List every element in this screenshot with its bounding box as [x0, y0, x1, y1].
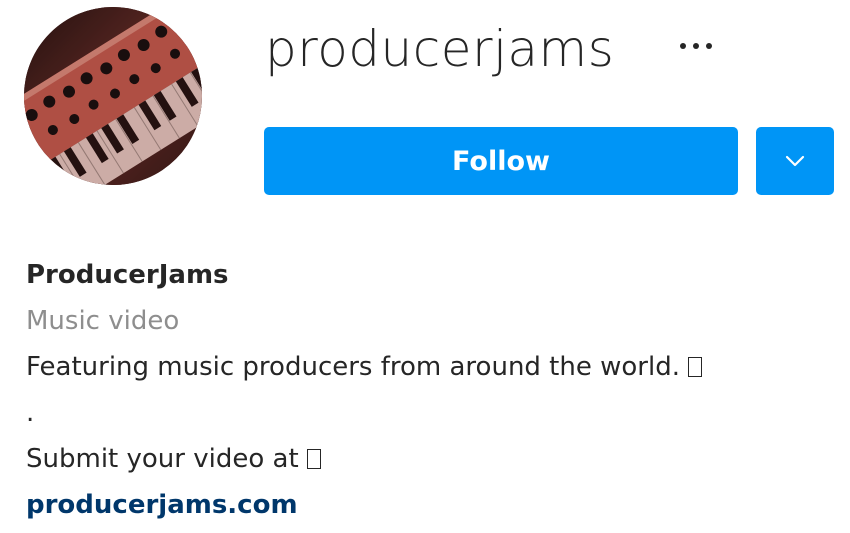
profile-avatar[interactable]: [24, 7, 202, 185]
bio-description: Featuring music producers from around th…: [26, 352, 680, 382]
synthesizer-keyboard-photo: [24, 7, 202, 185]
website-link[interactable]: producerjams.com: [26, 482, 826, 528]
ellipsis-icon: [706, 43, 712, 49]
profile-bio: ProducerJams Music video Featuring music…: [26, 252, 826, 528]
submit-text: Submit your video at: [26, 444, 299, 474]
bio-separator: .: [26, 398, 35, 428]
follow-button[interactable]: Follow: [264, 127, 738, 195]
more-options-button[interactable]: [668, 28, 724, 64]
display-name: ProducerJams: [26, 260, 229, 290]
ellipsis-icon: [680, 43, 686, 49]
bio-description-line: Featuring music producers from around th…: [26, 344, 826, 390]
profile-category: Music video: [26, 306, 180, 336]
emoji-icon: [687, 357, 702, 377]
suggested-accounts-dropdown-button[interactable]: [756, 127, 834, 195]
chevron-down-icon: [785, 155, 805, 167]
profile-username: producerjams: [265, 20, 615, 78]
bio-submit-line: Submit your video at: [26, 436, 826, 482]
emoji-icon: [306, 449, 321, 469]
ellipsis-icon: [693, 43, 699, 49]
